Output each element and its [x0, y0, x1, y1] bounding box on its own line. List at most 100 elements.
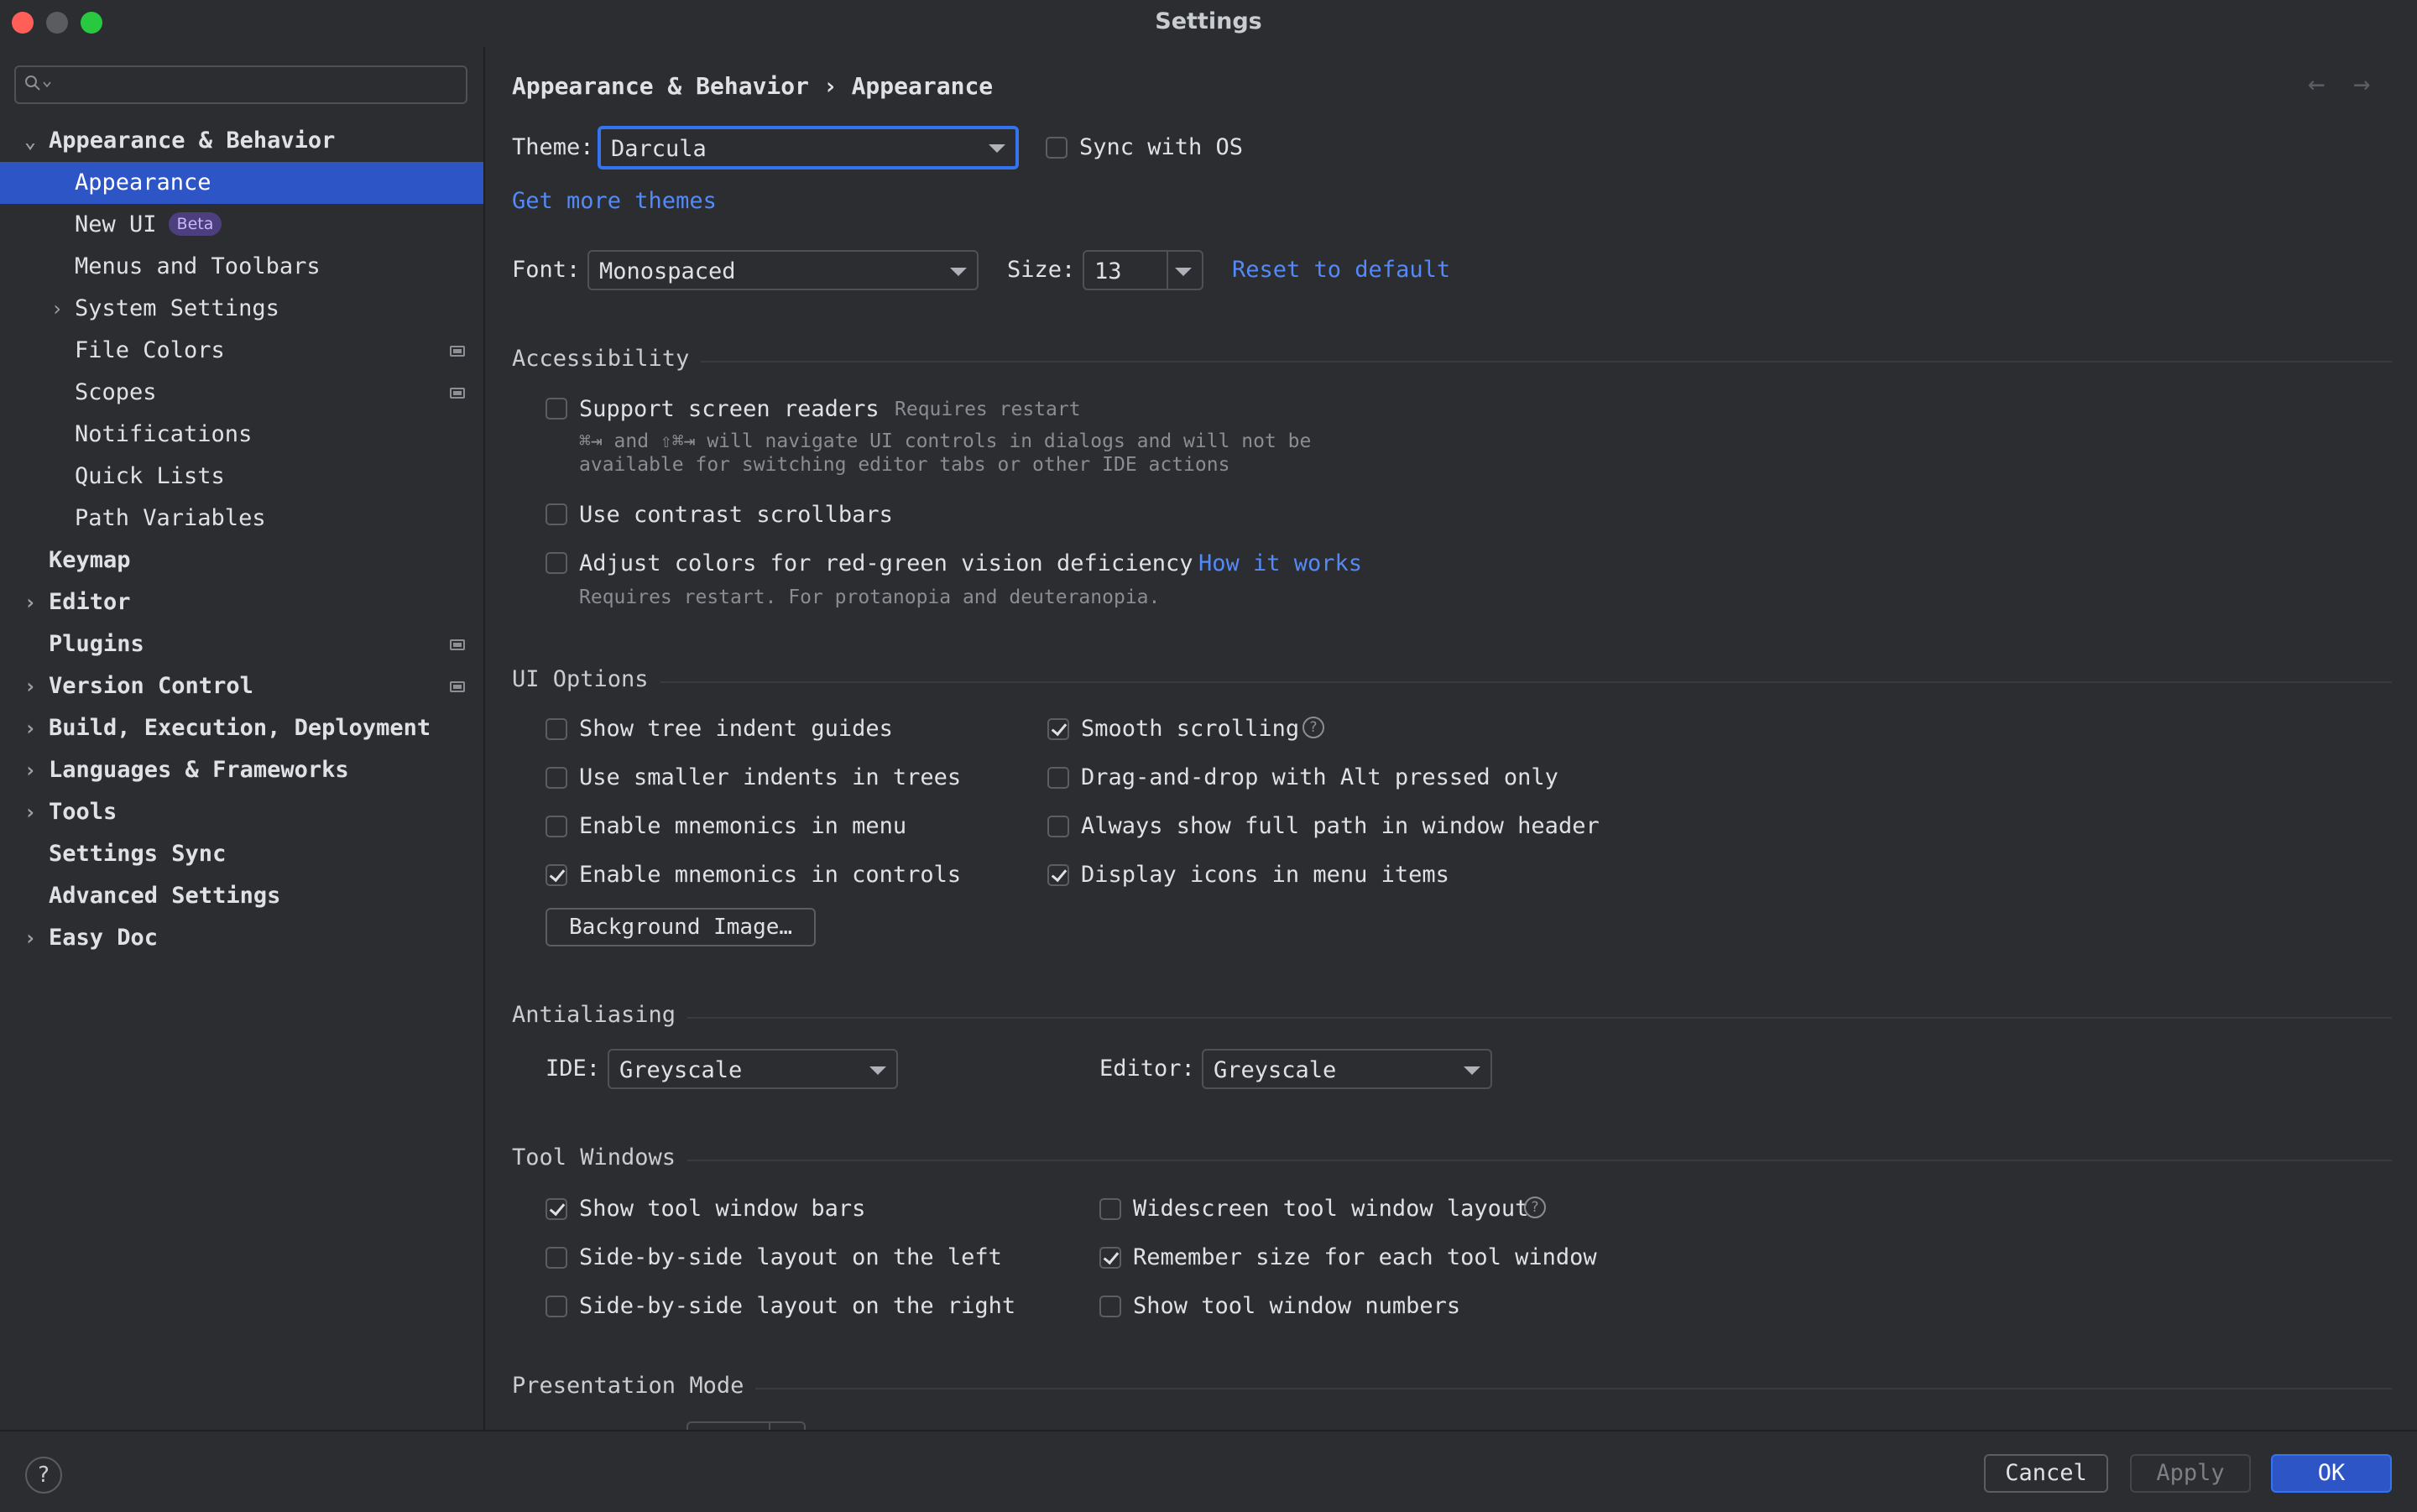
- color-deficiency-checkbox[interactable]: [546, 552, 567, 574]
- chevron-right-icon[interactable]: ›: [22, 707, 39, 749]
- how-it-works-link[interactable]: How it works: [1198, 550, 1362, 576]
- screen-readers-note-line1: ⌘⇥ and ⇧⌘⇥ will navigate UI controls in …: [579, 430, 1312, 452]
- tree-item-system-settings[interactable]: › System Settings: [0, 288, 483, 330]
- help-icon[interactable]: ?: [1524, 1197, 1546, 1218]
- mnemonics-controls-label: Enable mnemonics in controls: [579, 862, 962, 888]
- font-dropdown[interactable]: Monospaced: [587, 250, 979, 290]
- tree-item-label: Notifications: [75, 421, 253, 447]
- support-screen-readers-checkbox[interactable]: [546, 398, 567, 420]
- chevron-right-icon[interactable]: ›: [22, 791, 39, 833]
- tree-item-quick-lists[interactable]: Quick Lists: [0, 456, 483, 498]
- drag-drop-alt-label: Drag-and-drop with Alt pressed only: [1081, 764, 1558, 790]
- chevron-right-icon[interactable]: ›: [22, 581, 39, 623]
- ide-antialiasing-value: Greyscale: [619, 1057, 743, 1083]
- window-title: Settings: [1155, 8, 1262, 34]
- tree-item-settings-sync[interactable]: Settings Sync: [0, 833, 483, 875]
- smaller-indents-checkbox[interactable]: [546, 767, 567, 789]
- tree-item-menus-toolbars[interactable]: Menus and Toolbars: [0, 246, 483, 288]
- help-button[interactable]: ?: [25, 1457, 62, 1494]
- tree-item-editor[interactable]: › Editor: [0, 581, 483, 623]
- chevron-right-icon[interactable]: ›: [49, 288, 65, 330]
- side-by-side-left-checkbox[interactable]: [546, 1247, 567, 1269]
- apply-button[interactable]: Apply: [2130, 1454, 2251, 1493]
- mnemonics-menu-label: Enable mnemonics in menu: [579, 813, 907, 839]
- tree-item-build-execution-deployment[interactable]: › Build, Execution, Deployment: [0, 707, 483, 749]
- project-level-icon: [450, 346, 465, 357]
- requires-restart-hint: Requires restart: [895, 399, 1081, 420]
- tree-item-scopes[interactable]: Scopes: [0, 372, 483, 414]
- font-size-value: 13: [1094, 258, 1122, 284]
- tree-item-label: Settings Sync: [49, 841, 227, 867]
- editor-antialiasing-value: Greyscale: [1214, 1057, 1337, 1083]
- theme-dropdown[interactable]: Darcula: [598, 126, 1019, 169]
- sync-with-os-checkbox[interactable]: [1046, 137, 1068, 159]
- font-size-combobox[interactable]: 13: [1083, 250, 1203, 290]
- full-path-header-checkbox[interactable]: [1047, 816, 1069, 837]
- search-field[interactable]: [14, 65, 467, 104]
- tree-item-version-control[interactable]: › Version Control: [0, 665, 483, 707]
- tree-item-languages-frameworks[interactable]: › Languages & Frameworks: [0, 749, 483, 791]
- tree-indent-guides-checkbox[interactable]: [546, 718, 567, 740]
- tree-item-notifications[interactable]: Notifications: [0, 414, 483, 456]
- back-arrow-icon[interactable]: ←: [2308, 67, 2325, 101]
- side-by-side-right-checkbox[interactable]: [546, 1296, 567, 1317]
- editor-antialiasing-label: Editor:: [1099, 1056, 1195, 1082]
- tree-item-file-colors[interactable]: File Colors: [0, 330, 483, 372]
- ide-antialiasing-dropdown[interactable]: Greyscale: [608, 1049, 898, 1089]
- mnemonics-controls-checkbox[interactable]: [546, 864, 567, 886]
- menu-icons-label: Display icons in menu items: [1081, 862, 1449, 888]
- tool-window-numbers-checkbox[interactable]: [1099, 1296, 1121, 1317]
- tree-item-path-variables[interactable]: Path Variables: [0, 498, 483, 540]
- accessibility-section: Accessibility: [512, 346, 2392, 379]
- tree-item-label: Advanced Settings: [49, 883, 281, 909]
- chevron-right-icon[interactable]: ›: [22, 917, 39, 959]
- tree-item-label: Appearance: [75, 169, 211, 196]
- side-by-side-left-label: Side-by-side layout on the left: [579, 1244, 1002, 1270]
- help-icon[interactable]: ?: [1302, 717, 1324, 738]
- tree-item-label: File Colors: [75, 337, 225, 363]
- drag-drop-alt-checkbox[interactable]: [1047, 767, 1069, 789]
- editor-antialiasing-dropdown[interactable]: Greyscale: [1202, 1049, 1492, 1089]
- dropdown-arrow-icon: [1464, 1066, 1480, 1075]
- chevron-down-icon[interactable]: ⌄: [22, 120, 39, 162]
- chevron-right-icon[interactable]: ›: [22, 665, 39, 707]
- widescreen-layout-checkbox[interactable]: [1099, 1198, 1121, 1220]
- contrast-scrollbars-checkbox[interactable]: [546, 503, 567, 525]
- tool-window-bars-label: Show tool window bars: [579, 1196, 866, 1222]
- cancel-button[interactable]: Cancel: [1984, 1454, 2108, 1493]
- smooth-scrolling-checkbox[interactable]: [1047, 718, 1069, 740]
- section-title: Tool Windows: [512, 1144, 688, 1170]
- mnemonics-menu-checkbox[interactable]: [546, 816, 567, 837]
- background-image-button[interactable]: Background Image…: [546, 908, 816, 946]
- project-level-icon: [450, 639, 465, 650]
- tree-item-label: System Settings: [75, 295, 279, 321]
- reset-to-default-link[interactable]: Reset to default: [1232, 257, 1450, 283]
- tree-item-advanced-settings[interactable]: Advanced Settings: [0, 875, 483, 917]
- tree-item-keymap[interactable]: Keymap: [0, 540, 483, 581]
- tree-item-appearance[interactable]: Appearance: [0, 162, 483, 204]
- tree-item-easy-doc[interactable]: › Easy Doc: [0, 917, 483, 959]
- tree-item-appearance-behavior[interactable]: ⌄ Appearance & Behavior: [0, 120, 483, 162]
- ok-button[interactable]: OK: [2271, 1454, 2392, 1493]
- settings-sidebar: ⌄ Appearance & Behavior Appearance New U…: [0, 47, 485, 1430]
- dropdown-arrow-icon: [989, 144, 1005, 153]
- menu-icons-checkbox[interactable]: [1047, 864, 1069, 886]
- section-title: Presentation Mode: [512, 1373, 756, 1399]
- tree-item-label: Scopes: [75, 379, 157, 405]
- tree-item-label: Easy Doc: [49, 925, 159, 951]
- presentation-font-size-combobox[interactable]: [686, 1421, 806, 1430]
- section-title: Accessibility: [512, 346, 702, 372]
- tree-item-new-ui[interactable]: New UI Beta: [0, 204, 483, 246]
- section-title: UI Options: [512, 666, 660, 692]
- tool-window-numbers-label: Show tool window numbers: [1133, 1293, 1461, 1319]
- chevron-right-icon[interactable]: ›: [22, 749, 39, 791]
- tool-window-bars-checkbox[interactable]: [546, 1198, 567, 1220]
- tree-item-plugins[interactable]: Plugins: [0, 623, 483, 665]
- section-divider: [512, 361, 2392, 362]
- get-more-themes-link[interactable]: Get more themes: [512, 188, 717, 214]
- remember-size-checkbox[interactable]: [1099, 1247, 1121, 1269]
- forward-arrow-icon[interactable]: →: [2353, 67, 2370, 101]
- tree-item-tools[interactable]: › Tools: [0, 791, 483, 833]
- antialiasing-section: Antialiasing: [512, 1002, 2392, 1035]
- combo-divider: [769, 1423, 770, 1430]
